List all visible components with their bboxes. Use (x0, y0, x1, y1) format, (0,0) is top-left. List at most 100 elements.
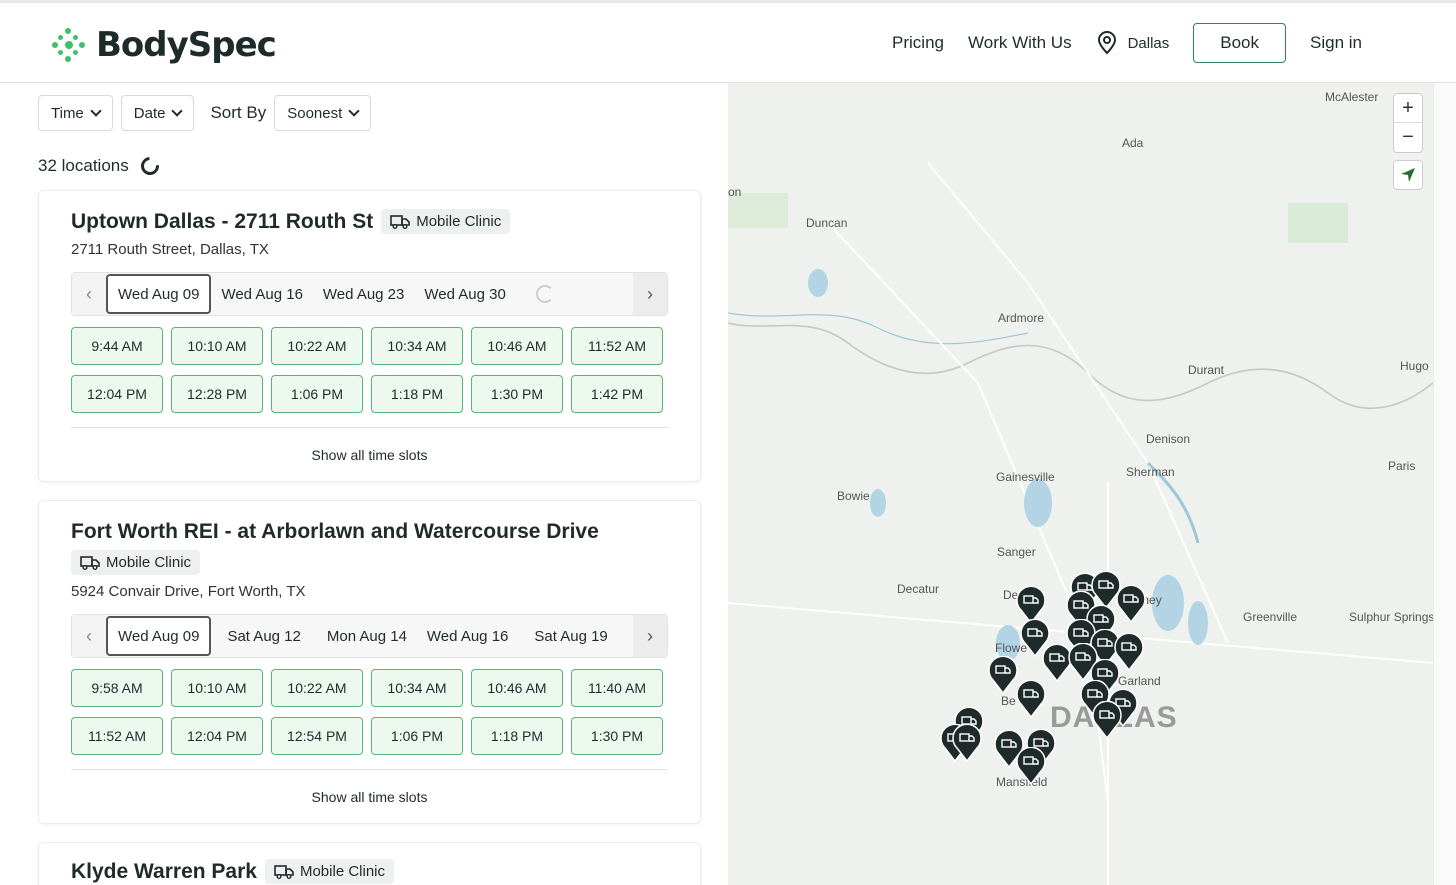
location-title[interactable]: Uptown Dallas - 2711 Routh St (71, 210, 373, 234)
logo-icon (52, 28, 86, 62)
chevron-down-icon (348, 105, 360, 117)
date-filter-dropdown[interactable]: Date (120, 95, 195, 131)
next-date-button[interactable]: › (633, 273, 667, 315)
location-title[interactable]: Fort Worth REI - at Arborlawn and Waterc… (71, 520, 599, 544)
time-slot-button[interactable]: 10:46 AM (471, 327, 563, 365)
divider (71, 769, 668, 770)
time-slot-button[interactable]: 1:18 PM (371, 375, 463, 413)
location-title[interactable]: Klyde Warren Park (71, 860, 257, 884)
prev-date-button[interactable]: ‹ (72, 615, 106, 657)
location-card: Klyde Warren Park Mobile Clinic (38, 842, 701, 885)
map-label: Duncan (806, 216, 848, 230)
time-slot-button[interactable]: 9:44 AM (71, 327, 163, 365)
loading-spinner-icon (535, 285, 554, 303)
show-all-slots-link[interactable]: Show all time slots (39, 789, 700, 805)
location-selector[interactable]: Dallas (1096, 31, 1169, 55)
time-slot-button[interactable]: 10:22 AM (271, 327, 363, 365)
time-slot-button[interactable]: 12:04 PM (71, 375, 163, 413)
results-count-text: 32 locations (38, 156, 129, 175)
time-slot-button[interactable]: 11:52 AM (571, 327, 663, 365)
map-label: Sulphur Springs (1349, 610, 1433, 624)
map-terrain (728, 162, 1433, 885)
brand-logo[interactable]: BodySpec (52, 25, 277, 65)
map-label: Garland (1118, 674, 1161, 688)
time-slot-button[interactable]: 11:40 AM (571, 669, 663, 707)
time-slot-button[interactable]: 11:52 AM (71, 717, 163, 755)
time-slot-button[interactable]: 9:58 AM (71, 669, 163, 707)
map-label: Denison (1146, 432, 1191, 446)
map-marker-icon[interactable] (1116, 585, 1146, 623)
date-option[interactable]: Wed Aug 16 (417, 616, 518, 656)
date-option[interactable]: Wed Aug 30 (414, 274, 515, 314)
date-option[interactable]: Sat Aug 19 (518, 616, 623, 656)
date-option[interactable]: Sat Aug 12 (211, 616, 316, 656)
time-slot-button[interactable]: 1:30 PM (471, 375, 563, 413)
map-marker-icon[interactable] (1092, 701, 1122, 739)
map-marker-icon[interactable] (1016, 680, 1046, 718)
top-navbar: BodySpec Pricing Work With Us Dallas Boo… (0, 0, 1456, 83)
sign-in-link[interactable]: Sign in (1310, 33, 1362, 53)
time-slot-button[interactable]: 1:06 PM (271, 375, 363, 413)
truck-icon (80, 555, 100, 570)
map-pin-icon (1097, 31, 1116, 55)
time-slot-button[interactable]: 12:04 PM (171, 717, 263, 755)
date-filter-label: Date (133, 104, 166, 122)
map-label: Ada (1122, 136, 1144, 150)
mobile-clinic-badge: Mobile Clinic (381, 209, 511, 234)
filter-bar: Time Date Sort By Soonest (38, 95, 372, 131)
time-slot-button[interactable]: 12:54 PM (271, 717, 363, 755)
map-label: Sherman (1126, 465, 1175, 479)
time-slot-button[interactable]: 10:22 AM (271, 669, 363, 707)
time-slot-button[interactable]: 10:10 AM (171, 327, 263, 365)
sort-dropdown[interactable]: Soonest (274, 95, 372, 131)
map-marker-icon[interactable] (952, 724, 982, 762)
zoom-out-button[interactable]: − (1394, 123, 1422, 152)
map-label: Decatur (897, 582, 940, 596)
map-label: Be (1001, 694, 1016, 708)
date-option[interactable]: Wed Aug 09 (106, 616, 212, 656)
time-slot-button[interactable]: 10:10 AM (171, 669, 263, 707)
prev-date-button[interactable]: ‹ (72, 273, 106, 315)
time-slot-button[interactable]: 1:42 PM (571, 375, 663, 413)
date-option[interactable]: Wed Aug 23 (313, 274, 414, 314)
time-filter-dropdown[interactable]: Time (38, 95, 113, 131)
location-address: 2711 Routh Street, Dallas, TX (71, 241, 269, 258)
date-selector: ‹ Wed Aug 09 Wed Aug 16 Wed Aug 23 Wed A… (71, 272, 668, 316)
navigation-arrow-icon (1401, 168, 1415, 182)
map-label: Durant (1188, 363, 1225, 377)
mobile-clinic-badge: Mobile Clinic (264, 859, 394, 884)
nav-work-with-us[interactable]: Work With Us (968, 33, 1072, 53)
map-label: Sanger (997, 545, 1036, 559)
time-slot-grid: 9:58 AM 10:10 AM 10:22 AM 10:34 AM 10:46… (71, 669, 663, 755)
time-slot-button[interactable]: 10:34 AM (371, 327, 463, 365)
mobile-clinic-badge: Mobile Clinic (71, 550, 201, 575)
location-address: 5924 Convair Drive, Fort Worth, TX (71, 583, 306, 600)
show-all-slots-link[interactable]: Show all time slots (39, 447, 700, 463)
map-label: Gainesville (996, 470, 1055, 484)
map-label: Greenville (1243, 610, 1298, 624)
map-label: Bowie (837, 489, 870, 503)
divider (71, 427, 668, 428)
page-scrollbar[interactable] (1433, 83, 1456, 885)
time-slot-button[interactable]: 1:18 PM (471, 717, 563, 755)
date-option[interactable]: Wed Aug 09 (106, 274, 212, 314)
time-slot-button[interactable]: 12:28 PM (171, 375, 263, 413)
time-slot-button[interactable]: 1:06 PM (371, 717, 463, 755)
map-label: Ardmore (998, 311, 1045, 325)
loading-spinner-icon (137, 153, 163, 179)
date-option[interactable]: Wed Aug 16 (211, 274, 312, 314)
chevron-down-icon (90, 105, 102, 117)
time-slot-button[interactable]: 1:30 PM (571, 717, 663, 755)
geolocate-button[interactable] (1393, 160, 1423, 190)
zoom-in-button[interactable]: + (1394, 94, 1422, 123)
date-option[interactable]: Mon Aug 14 (317, 616, 417, 656)
next-date-button[interactable]: › (633, 615, 667, 657)
time-slot-button[interactable]: 10:46 AM (471, 669, 563, 707)
book-button[interactable]: Book (1193, 23, 1287, 63)
map-marker-icon[interactable] (1016, 747, 1046, 785)
location-card: Uptown Dallas - 2711 Routh St Mobile Cli… (38, 190, 701, 482)
locations-map[interactable]: McAlester Ada on Duncan Ardmore Durant H… (728, 83, 1433, 885)
time-slot-button[interactable]: 10:34 AM (371, 669, 463, 707)
map-marker-icon[interactable] (988, 656, 1018, 694)
nav-pricing[interactable]: Pricing (892, 33, 944, 53)
